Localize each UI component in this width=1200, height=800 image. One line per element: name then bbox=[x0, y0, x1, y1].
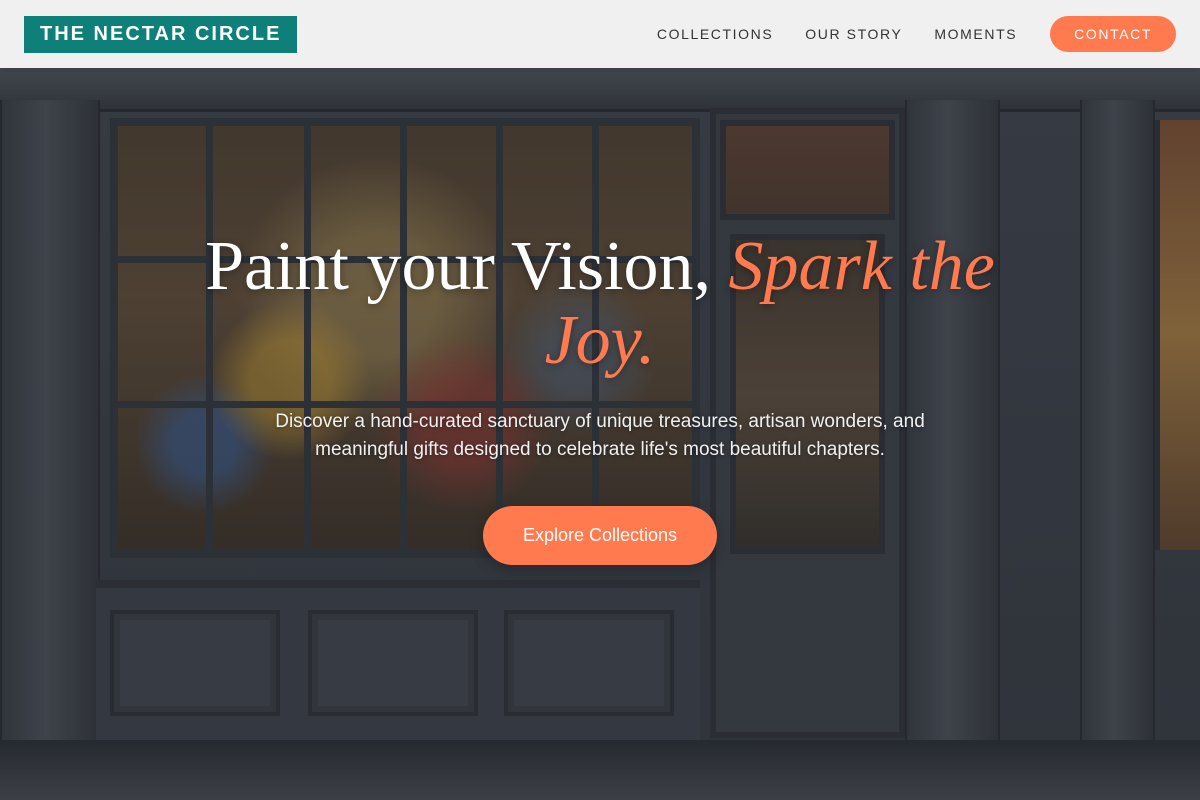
site-logo[interactable]: THE NECTAR CIRCLE bbox=[24, 15, 298, 53]
nav-link-collections[interactable]: COLLECTIONS bbox=[657, 26, 773, 42]
hero-title-main: Paint your Vision, bbox=[205, 228, 729, 305]
hero-subtitle: Discover a hand-curated sanctuary of uni… bbox=[275, 411, 925, 460]
nav-link-moments[interactable]: MOMENTS bbox=[934, 26, 1017, 42]
explore-collections-button[interactable]: Explore Collections bbox=[482, 506, 718, 565]
hero-title: Paint your Vision, Spark the Joy. bbox=[160, 230, 1040, 378]
nav-link-our-story[interactable]: OUR STORY bbox=[805, 26, 902, 42]
contact-button[interactable]: CONTACT bbox=[1050, 16, 1176, 52]
site-header: THE NECTAR CIRCLE COLLECTIONS OUR STORY … bbox=[0, 0, 1200, 68]
hero-section: Paint your Vision, Spark the Joy. Discov… bbox=[0, 230, 1200, 565]
main-nav: COLLECTIONS OUR STORY MOMENTS CONTACT bbox=[625, 16, 1176, 52]
